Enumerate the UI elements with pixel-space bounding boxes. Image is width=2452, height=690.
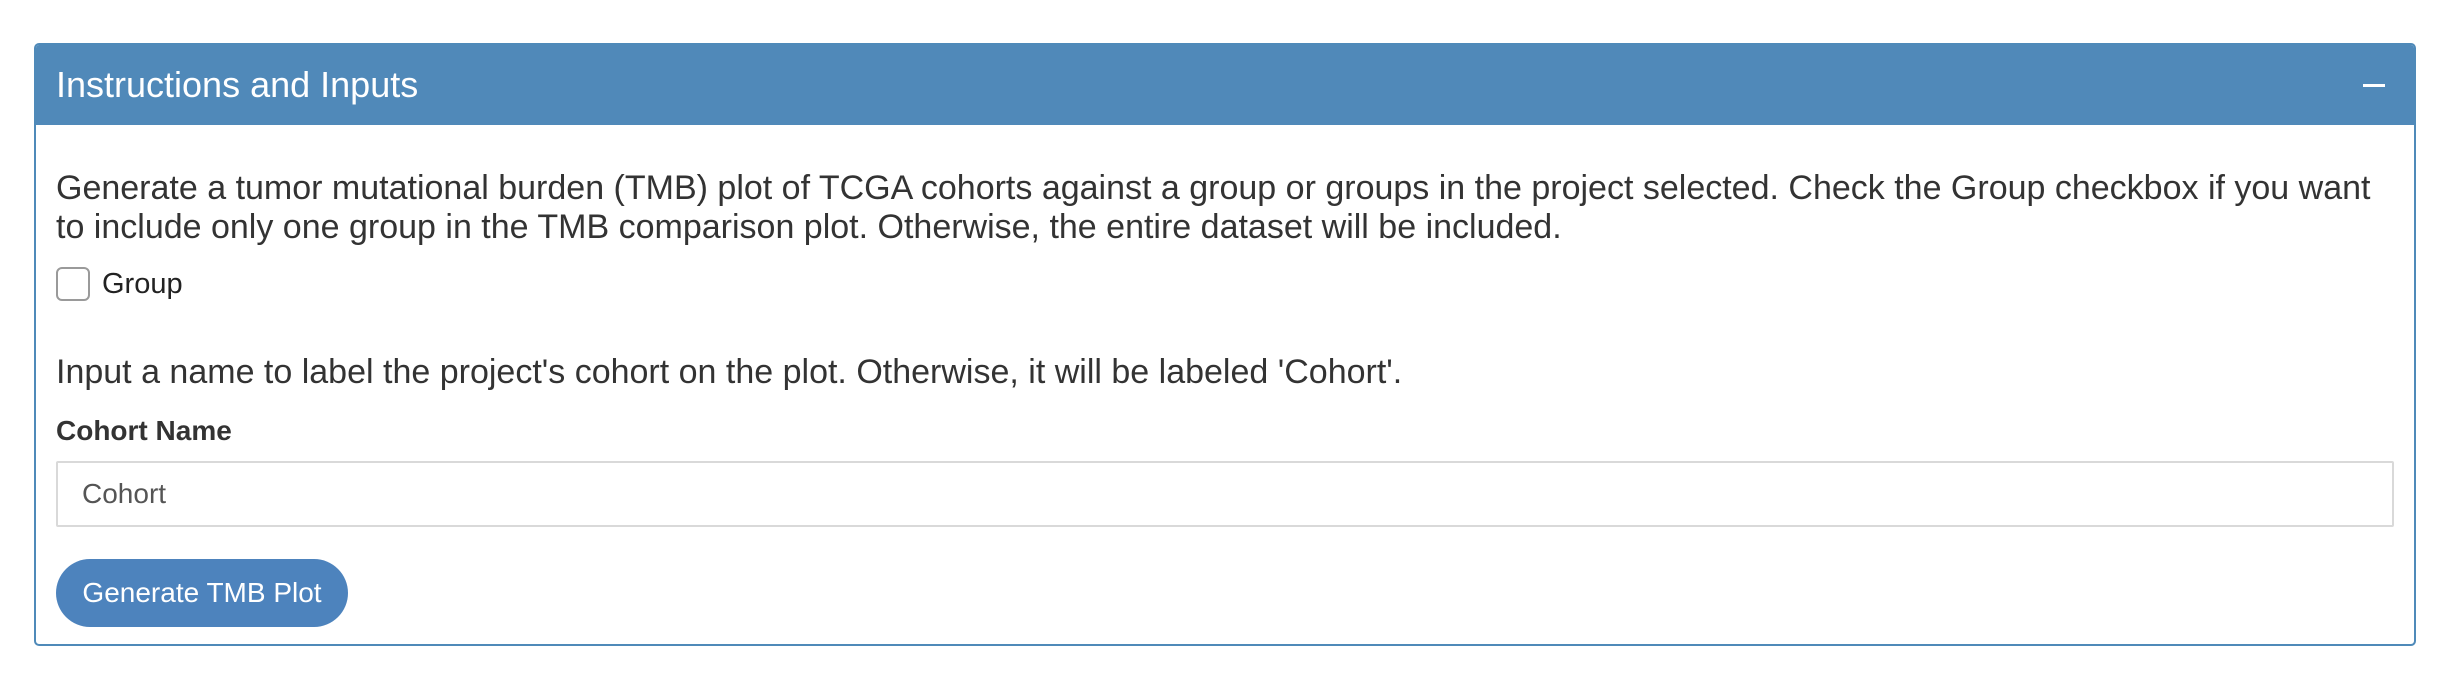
intro-instructions: Generate a tumor mutational burden (TMB)… <box>56 169 2371 246</box>
cohort-instructions: Input a name to label the project's coho… <box>56 353 1403 391</box>
generate-tmb-plot-button[interactable]: Generate TMB Plot <box>56 559 348 627</box>
cohort-name-label: Cohort Name <box>56 415 232 446</box>
minus-icon <box>2363 83 2385 87</box>
panel-title: Instructions and Inputs <box>56 64 419 105</box>
group-checkbox-label[interactable]: Group <box>102 268 183 301</box>
panel-header: Instructions and Inputs <box>36 45 2414 125</box>
cohort-name-input[interactable] <box>56 461 2394 527</box>
collapse-button[interactable] <box>2354 65 2394 105</box>
group-checkbox[interactable] <box>56 267 90 301</box>
instructions-panel: Instructions and Inputs Generate a tumor… <box>34 43 2416 646</box>
group-checkbox-row[interactable]: Group <box>56 267 183 301</box>
